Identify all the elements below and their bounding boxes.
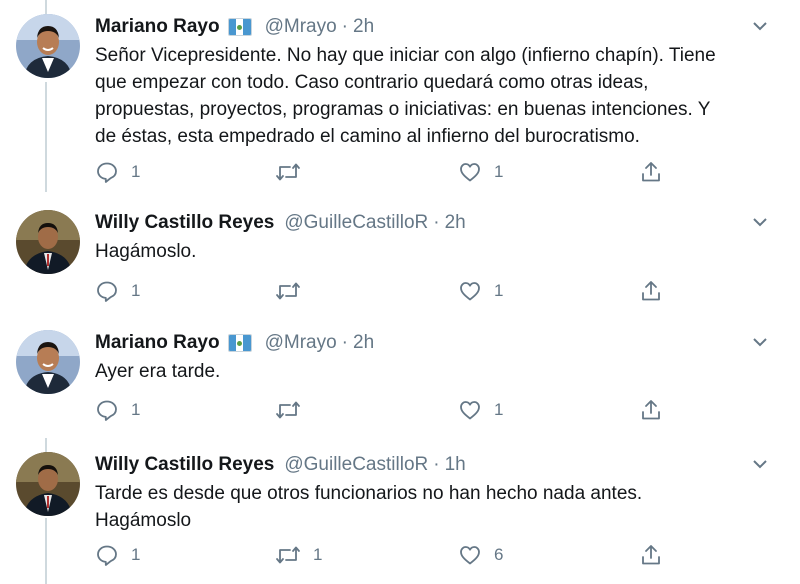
tweet-actions: 1 1 (95, 159, 695, 185)
share-button[interactable] (639, 542, 663, 568)
author-handle[interactable]: @Mrayo (265, 332, 337, 354)
retweet-count: 1 (313, 545, 323, 564)
tweet-text-line: que empezar con todo. Caso contrario que… (95, 72, 649, 93)
share-icon (642, 545, 660, 565)
chevron-down-icon[interactable] (750, 16, 770, 36)
tweet-actions: 1 1 6 (95, 542, 695, 568)
author-handle[interactable]: @GuilleCastilloR (284, 454, 428, 476)
retweet-button[interactable]: 1 (275, 542, 322, 568)
retweet-button[interactable] (275, 397, 313, 423)
tweet-text: Señor Vicepresidente. No hay que iniciar… (95, 42, 770, 150)
flag-guatemala-icon (227, 18, 252, 36)
reply-count: 1 (131, 545, 141, 564)
like-icon (460, 282, 480, 301)
timestamp[interactable]: 2h (353, 332, 374, 354)
like-count: 1 (494, 162, 504, 181)
reply-icon (97, 162, 117, 183)
reply-icon (97, 281, 117, 302)
tweet-text: Hagámoslo. (95, 238, 770, 265)
tweet-text-line: Hagámoslo. (95, 241, 197, 262)
like-count: 1 (494, 400, 504, 419)
like-button[interactable]: 1 (458, 159, 503, 185)
tweet-actions: 1 1 (95, 278, 695, 304)
share-icon (642, 281, 660, 301)
like-icon (460, 163, 480, 182)
author-name[interactable]: Willy Castillo Reyes (95, 212, 274, 234)
tweet-text: Ayer era tarde. (95, 358, 770, 385)
reply-icon (97, 400, 117, 421)
chevron-down-icon[interactable] (750, 332, 770, 352)
tweet-text: Tarde es desde que otros funcionarios no… (95, 480, 770, 534)
reply-button[interactable]: 1 (95, 278, 140, 304)
avatar-mariano-image (16, 14, 80, 78)
thread-line (45, 518, 47, 584)
tweet-text-line: Hagámoslo (95, 510, 192, 531)
reply-icon (97, 545, 117, 566)
tweet-actions: 1 1 (95, 397, 695, 423)
share-icon (642, 400, 660, 420)
retweet-icon (276, 163, 300, 181)
author-name[interactable]: Mariano Rayo (95, 332, 220, 354)
reply-count: 1 (131, 281, 141, 300)
separator-dot: · (433, 454, 440, 475)
author-name[interactable]: Willy Castillo Reyes (95, 454, 274, 476)
reply-count: 1 (131, 400, 141, 419)
share-button[interactable] (639, 159, 663, 185)
tweet-text-line: Tarde es desde que otros funcionarios no… (95, 483, 643, 504)
retweet-icon (276, 401, 300, 419)
reply-button[interactable]: 1 (95, 397, 140, 423)
retweet-button[interactable] (275, 159, 313, 185)
chevron-down-icon[interactable] (750, 454, 770, 474)
tweet-text-line: Ayer era tarde. (95, 361, 221, 382)
tweet-text-line: propuestas, proyectos, programas o inici… (95, 99, 711, 120)
thread-line (45, 82, 47, 192)
timestamp[interactable]: 2h (353, 16, 374, 38)
share-icon (642, 162, 660, 182)
like-icon (460, 546, 480, 565)
chevron-down-icon[interactable] (750, 212, 770, 232)
retweet-button[interactable] (275, 278, 313, 304)
share-button[interactable] (639, 397, 663, 423)
retweet-icon (276, 546, 300, 564)
reply-count: 1 (131, 162, 141, 181)
avatar[interactable] (16, 210, 80, 274)
avatar-willy-image (16, 210, 80, 274)
reply-button[interactable]: 1 (95, 542, 140, 568)
timestamp[interactable]: 1h (445, 454, 466, 476)
avatar[interactable] (16, 14, 80, 78)
avatar-mariano-image (16, 330, 80, 394)
like-count: 1 (494, 281, 504, 300)
separator-dot: · (341, 332, 348, 353)
like-icon (460, 401, 480, 420)
reply-button[interactable]: 1 (95, 159, 140, 185)
separator-dot: · (433, 212, 440, 233)
avatar[interactable] (16, 330, 80, 394)
retweet-icon (276, 282, 300, 300)
author-handle[interactable]: @GuilleCastilloR (284, 212, 428, 234)
avatar[interactable] (16, 452, 80, 516)
tweet-text-line: de éstas, esta empedrado el camino al in… (95, 126, 640, 147)
like-button[interactable]: 1 (458, 397, 503, 423)
timestamp[interactable]: 2h (445, 212, 466, 234)
share-button[interactable] (639, 278, 663, 304)
tweet-text-line: Señor Vicepresidente. No hay que iniciar… (95, 45, 716, 66)
flag-guatemala-icon (227, 334, 252, 352)
like-button[interactable]: 1 (458, 278, 503, 304)
like-button[interactable]: 6 (458, 542, 503, 568)
author-name[interactable]: Mariano Rayo (95, 16, 220, 38)
thread-line (45, 0, 47, 14)
like-count: 6 (494, 545, 504, 564)
author-handle[interactable]: @Mrayo (265, 16, 337, 38)
separator-dot: · (341, 16, 348, 37)
avatar-willy-image (16, 452, 80, 516)
